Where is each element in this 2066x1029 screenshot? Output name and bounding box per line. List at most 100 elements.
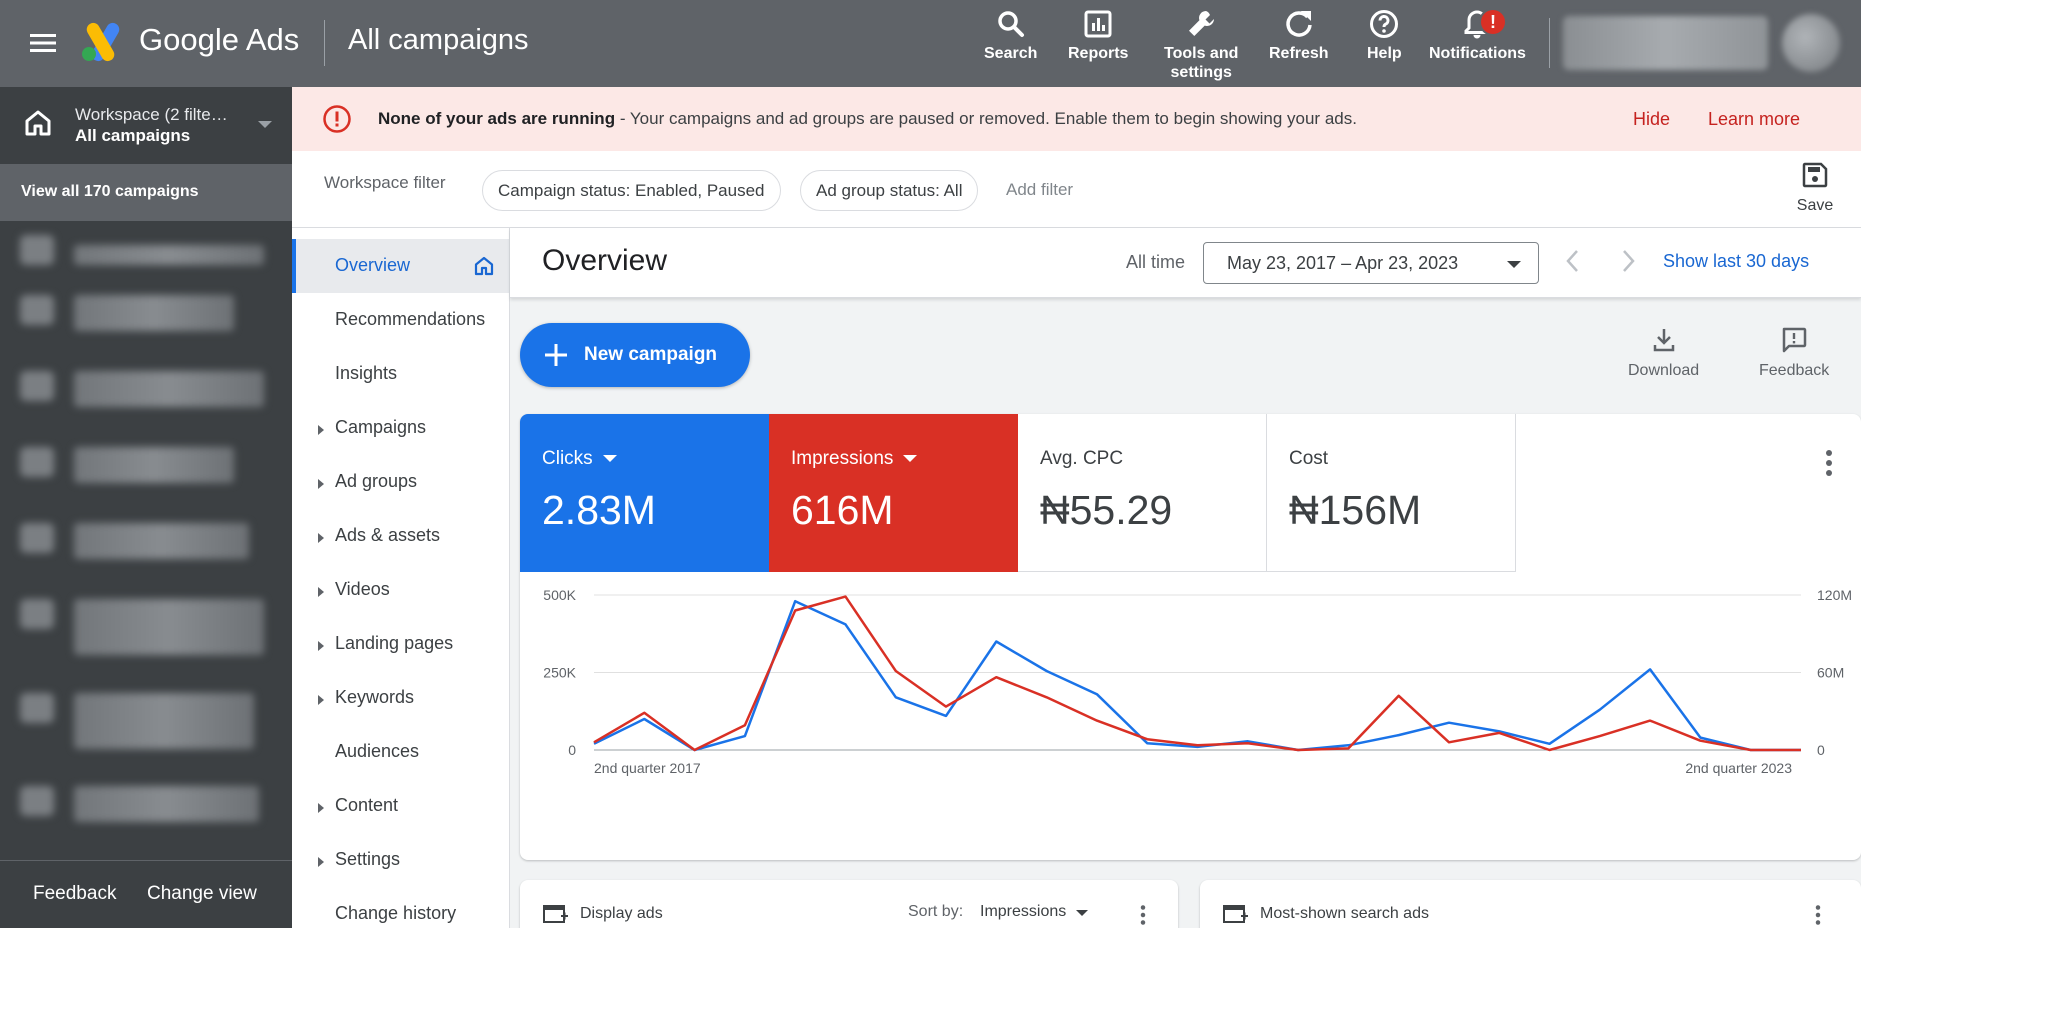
google-ads-logo-icon xyxy=(82,22,120,62)
wrench-icon xyxy=(1189,11,1215,36)
scorecard-cost[interactable]: Cost ₦156M xyxy=(1267,414,1516,572)
left-axis-tick: 0 xyxy=(568,742,576,758)
help-button[interactable]: Help xyxy=(1367,8,1402,63)
campaign-item[interactable] xyxy=(0,357,292,427)
chevron-left-icon[interactable] xyxy=(1563,247,1583,275)
campaign-name-redacted xyxy=(74,693,254,749)
campaign-name-redacted xyxy=(74,599,264,655)
more-options-icon[interactable] xyxy=(1140,904,1146,926)
x-axis-label-start: 2nd quarter 2017 xyxy=(594,760,701,776)
nav-item-insights[interactable]: Insights xyxy=(292,347,509,401)
search-ads-title: Most-shown search ads xyxy=(1260,905,1429,922)
overview-title: Overview xyxy=(542,244,668,277)
workspace-title: Workspace (2 filte… xyxy=(75,105,228,124)
campaign-item[interactable] xyxy=(0,433,292,503)
display-ads-card: Display ads Sort by: Impressions xyxy=(520,880,1178,928)
nav-item-campaigns[interactable]: Campaigns xyxy=(292,401,509,455)
reports-button[interactable]: Reports xyxy=(1068,8,1128,63)
refresh-button[interactable]: Refresh xyxy=(1269,8,1329,63)
scorecard-label: Cost xyxy=(1289,448,1329,469)
add-filter-button[interactable]: Add filter xyxy=(1006,180,1073,200)
workspace-selector[interactable]: Workspace (2 filte… All campaigns xyxy=(0,87,292,165)
download-button[interactable]: Download xyxy=(1628,326,1699,380)
more-options-icon[interactable] xyxy=(1825,449,1833,477)
notifications-button[interactable]: Notifications ! xyxy=(1429,8,1526,63)
notification-badge: ! xyxy=(1479,8,1507,36)
scorecard-value: 2.83M xyxy=(542,487,656,533)
hide-alert-link[interactable]: Hide xyxy=(1633,109,1670,130)
feedback-button[interactable]: Feedback xyxy=(1759,326,1829,380)
performance-line-chart: 0 250K 500K 0 60M 120M 2nd quarter 2017 2nd qua… xyxy=(543,587,1852,776)
campaign-item[interactable] xyxy=(0,281,292,351)
nav-item-landing-pages[interactable]: Landing pages xyxy=(292,617,509,671)
campaign-item[interactable] xyxy=(0,509,292,579)
alert-detail: - Your campaigns and ad groups are pause… xyxy=(615,109,1357,128)
performance-chart-card: Clicks 2.83M Impressions 616M Avg. CPC ₦… xyxy=(520,414,1861,860)
expand-arrow-icon xyxy=(318,533,324,543)
scorecard-avg-cpc[interactable]: Avg. CPC ₦55.29 xyxy=(1018,414,1267,572)
change-view-link[interactable]: Change view xyxy=(147,883,257,905)
scorecard-clicks[interactable]: Clicks 2.83M xyxy=(520,414,769,572)
workspace-subtitle: All campaigns xyxy=(75,126,191,145)
expand-arrow-icon xyxy=(318,479,324,489)
avatar[interactable] xyxy=(1782,14,1840,72)
campaign-icon xyxy=(20,693,54,723)
tools-and-settings-button[interactable]: Tools and settings xyxy=(1164,8,1238,82)
nav-item-recommendations[interactable]: Recommendations xyxy=(292,293,509,347)
chevron-down-icon[interactable] xyxy=(602,455,617,463)
ad-group-status-chip[interactable]: Ad group status: All xyxy=(800,170,979,211)
refresh-icon xyxy=(1286,11,1312,37)
campaign-item[interactable] xyxy=(0,772,292,842)
reports-label: Reports xyxy=(1068,45,1129,62)
expand-arrow-icon xyxy=(318,587,324,597)
campaign-name-redacted xyxy=(74,371,264,407)
chevron-right-icon[interactable] xyxy=(1618,247,1638,275)
display-ad-icon xyxy=(543,905,568,923)
more-options-icon[interactable] xyxy=(1815,904,1821,926)
account-info[interactable] xyxy=(1563,16,1768,70)
notifications-label: Notifications xyxy=(1429,45,1526,62)
nav-item-ad-groups[interactable]: Ad groups xyxy=(292,455,509,509)
nav-label: Keywords xyxy=(335,687,415,707)
nav-label: Landing pages xyxy=(335,633,454,653)
nav-label: Ad groups xyxy=(335,471,418,491)
main-content: Overview All time May 23, 2017 – Apr 23,… xyxy=(510,228,1861,928)
search-button[interactable]: Search xyxy=(984,8,1037,63)
nav-item-videos[interactable]: Videos xyxy=(292,563,509,617)
feedback-icon xyxy=(1782,327,1807,353)
campaign-icon xyxy=(20,371,54,401)
nav-item-content[interactable]: Content xyxy=(292,779,509,833)
view-all-campaigns[interactable]: View all 170 campaigns xyxy=(0,165,292,221)
sidebar-feedback-link[interactable]: Feedback xyxy=(33,883,116,905)
campaign-item[interactable] xyxy=(0,679,292,749)
show-last-30-days-link[interactable]: Show last 30 days xyxy=(1663,251,1809,272)
new-campaign-button[interactable]: New campaign xyxy=(520,323,750,387)
nav-item-audiences[interactable]: Audiences xyxy=(292,725,509,779)
campaign-icon xyxy=(20,523,54,553)
campaign-status-chip[interactable]: Campaign status: Enabled, Paused xyxy=(482,170,781,211)
home-icon xyxy=(474,256,494,276)
nav-item-keywords[interactable]: Keywords xyxy=(292,671,509,725)
nav-item-settings[interactable]: Settings xyxy=(292,833,509,887)
menu-icon[interactable] xyxy=(28,31,58,55)
save-button[interactable]: Save xyxy=(1785,161,1845,215)
chevron-down-icon[interactable] xyxy=(903,455,918,463)
learn-more-link[interactable]: Learn more xyxy=(1708,109,1800,130)
nav-item-ads-assets[interactable]: Ads & assets xyxy=(292,509,509,563)
help-label: Help xyxy=(1367,45,1402,62)
nav-item-overview[interactable]: Overview xyxy=(292,239,509,293)
page-navigation: Overview Recommendations Insights Campai… xyxy=(292,228,510,928)
expand-arrow-icon xyxy=(318,425,324,435)
page-title: All campaigns xyxy=(348,24,529,56)
sort-by-select[interactable]: Impressions xyxy=(980,903,1089,921)
campaign-item[interactable] xyxy=(0,585,292,655)
all-time-label: All time xyxy=(1126,252,1186,272)
alert-message: None of your ads are running - Your camp… xyxy=(378,109,1357,129)
date-range-picker[interactable]: May 23, 2017 – Apr 23, 2023 xyxy=(1203,242,1539,284)
tools-label: Tools and settings xyxy=(1164,45,1239,81)
scorecard-impressions[interactable]: Impressions 616M xyxy=(769,414,1018,572)
scorecard-label: Clicks xyxy=(542,448,617,470)
nav-item-change-history[interactable]: Change history xyxy=(292,887,509,928)
error-icon xyxy=(323,105,351,133)
scorecard-value: 616M xyxy=(791,487,894,533)
